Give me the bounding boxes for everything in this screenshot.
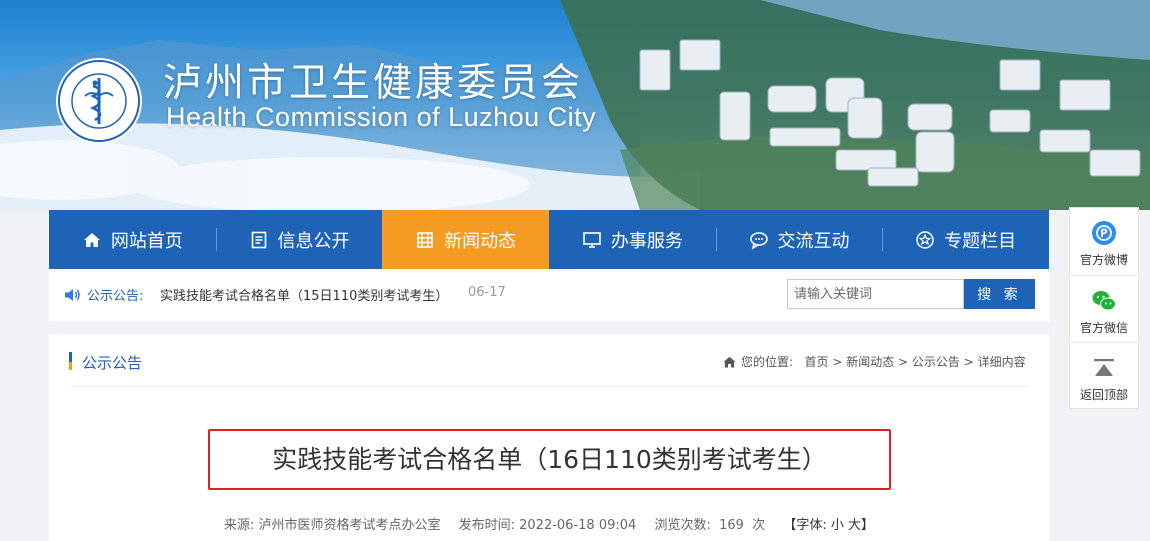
weibo-icon	[1092, 221, 1116, 245]
star-icon	[916, 230, 934, 249]
notice-link[interactable]: 实践技能考试合格名单（15日110类别考试考生）	[160, 285, 448, 304]
section-divider	[69, 386, 1029, 387]
weibo-link[interactable]: 官方微博	[1070, 208, 1138, 275]
publish-time: 2022-06-18 09:04	[519, 518, 637, 533]
nav-item-label: 新闻动态	[444, 230, 517, 252]
search-button[interactable]: 搜 索	[964, 279, 1035, 309]
commission-logo[interactable]	[54, 56, 144, 146]
side-float-widget: 官方微博 官方微信 返回顶部	[1069, 207, 1139, 409]
speaker-icon	[65, 289, 80, 301]
nav-item-label: 专题栏目	[944, 230, 1017, 252]
views-unit: 次	[752, 518, 766, 533]
breadcrumb-item-detail: 详细内容	[977, 355, 1026, 369]
publish-label: 发布时间:	[458, 518, 515, 533]
article-title-highlight: 实践技能考试合格名单（16日110类别考试考生）	[208, 429, 891, 490]
header-banner: 泸州市卫生健康委员会 Health Commission of Luzhou C…	[0, 0, 1150, 210]
site-subtitle: Health Commission of Luzhou City	[166, 102, 597, 132]
nav-item-label: 信息公开	[277, 230, 350, 252]
article-panel: 公示公告 您的位置: 首页 > 新闻动态 > 公示公告 > 详细内容 实践技能考…	[49, 334, 1049, 541]
section-title: 公示公告	[82, 354, 143, 372]
source-label: 来源:	[223, 518, 255, 533]
site-title: 泸州市卫生健康委员会	[163, 61, 584, 106]
back-to-top-label: 返回顶部	[1079, 388, 1128, 402]
back-to-top-button[interactable]: 返回顶部	[1070, 342, 1138, 409]
font-size-large-button[interactable]: 大	[848, 518, 861, 533]
nav-item-news[interactable]: 新闻动态	[382, 210, 550, 269]
nav-item-topics[interactable]: 专题栏目	[882, 210, 1049, 269]
nav-item-home[interactable]: 网站首页	[49, 210, 216, 269]
breadcrumb-prefix: 您的位置:	[741, 355, 794, 369]
breadcrumb-item-news[interactable]: 新闻动态	[846, 355, 894, 369]
font-size-label: 【字体:	[783, 518, 827, 533]
notice-bar: 公示公告: 实践技能考试合格名单（15日110类别考试考生） 06-17 搜 索	[49, 269, 1049, 321]
chat-icon	[749, 231, 768, 250]
article-meta: 来源: 泸州市医师资格考试考点办公室 发布时间: 2022-06-18 09:0…	[49, 514, 1049, 533]
breadcrumb-item-home[interactable]: 首页	[805, 355, 829, 369]
wechat-label: 官方微信	[1079, 321, 1128, 335]
search-input[interactable]	[787, 279, 964, 309]
notice-date: 06-17	[468, 285, 506, 300]
breadcrumb: 您的位置: 首页 > 新闻动态 > 公示公告 > 详细内容	[741, 355, 1026, 369]
weibo-label: 官方微博	[1079, 253, 1128, 267]
notice-label: 公示公告:	[87, 289, 144, 304]
article-title: 实践技能考试合格名单（16日110类别考试考生）	[272, 445, 827, 474]
section-title-accent	[69, 352, 72, 370]
wechat-icon	[1092, 291, 1116, 311]
nav-item-label: 网站首页	[110, 230, 183, 252]
home-icon	[83, 232, 100, 247]
wechat-link[interactable]: 官方微信	[1070, 275, 1138, 342]
nav-item-label: 交流互动	[777, 230, 850, 252]
building-icon	[417, 231, 433, 248]
nav-item-interaction[interactable]: 交流互动	[715, 210, 883, 269]
font-size-close: 】	[861, 518, 875, 533]
views-label: 浏览次数:	[654, 518, 711, 533]
back-to-top-icon	[1094, 359, 1114, 376]
home-icon	[723, 356, 736, 368]
nav-item-services[interactable]: 办事服务	[549, 210, 716, 269]
document-icon	[251, 231, 266, 248]
views-count: 169	[719, 518, 744, 533]
main-nav: 网站首页 信息公开 新闻动态 办事服务 交流互动 专题栏目	[49, 210, 1049, 269]
monitor-icon	[583, 231, 601, 248]
source-value: 泸州市医师资格考试考点办公室	[258, 518, 441, 533]
nav-item-label: 办事服务	[610, 230, 683, 252]
nav-item-info-disclosure[interactable]: 信息公开	[215, 210, 383, 269]
font-size-small-button[interactable]: 小	[831, 518, 844, 533]
breadcrumb-item-announcements[interactable]: 公示公告	[912, 355, 960, 369]
